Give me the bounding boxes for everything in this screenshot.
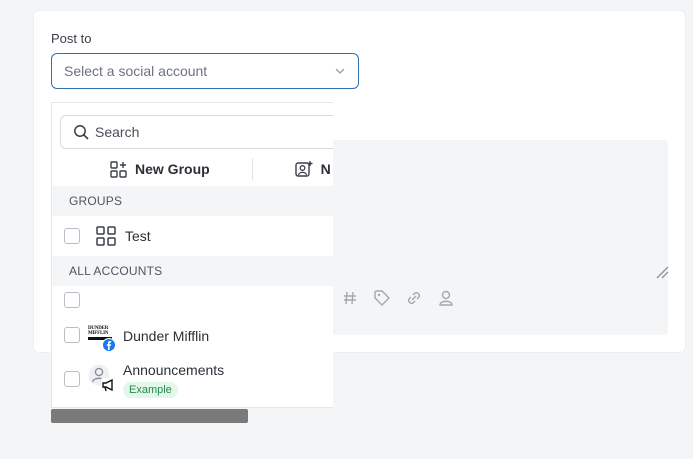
group-row-test[interactable]: Test [52, 216, 333, 256]
new-group-label: New Group [135, 161, 210, 177]
all-accounts-header: ALL ACCOUNTS [52, 256, 333, 286]
select-placeholder: Select a social account [64, 63, 208, 79]
dunder-mifflin-logo-text: DUNDER MIFFLIN [88, 326, 109, 336]
example-badge: Example [123, 382, 178, 398]
grid-plus-icon [110, 160, 127, 178]
account-checkbox[interactable] [64, 292, 80, 308]
chevron-down-icon [335, 68, 345, 74]
hashtag-icon[interactable] [340, 288, 360, 308]
account-label: Announcements [123, 362, 225, 378]
facebook-icon [102, 338, 116, 352]
horizontal-scrollbar[interactable] [51, 409, 248, 423]
new-account-label: N [320, 161, 331, 177]
new-group-button[interactable]: New Group [110, 160, 210, 178]
account-checkbox[interactable] [64, 371, 80, 387]
user-tag-icon[interactable] [436, 288, 456, 308]
social-account-select[interactable]: Select a social account [51, 53, 359, 89]
group-label: Test [125, 228, 151, 244]
megaphone-icon [101, 378, 115, 392]
user-plus-icon [294, 161, 313, 177]
grid-icon [96, 226, 116, 246]
new-account-button[interactable]: N [294, 160, 331, 178]
account-label: Dunder Mifflin [123, 328, 210, 344]
group-checkbox[interactable] [64, 228, 80, 244]
groups-header: GROUPS [52, 186, 333, 216]
tag-icon[interactable] [372, 288, 392, 308]
search-icon [74, 125, 89, 140]
action-divider [251, 158, 253, 180]
announcements-avatar [88, 364, 116, 394]
account-row-empty[interactable] [52, 286, 333, 316]
dropdown-actions: New Group N [52, 153, 333, 185]
search-box[interactable] [60, 115, 333, 149]
link-icon[interactable] [404, 288, 424, 308]
account-checkbox[interactable] [64, 327, 80, 343]
account-dropdown: New Group N GROUPS Test ALL ACCOUNTS [51, 102, 333, 408]
dunder-mifflin-avatar: DUNDER MIFFLIN [88, 322, 116, 352]
resize-handle-icon[interactable] [655, 265, 669, 279]
search-input[interactable] [95, 124, 295, 140]
account-row-dunder-mifflin[interactable]: DUNDER MIFFLIN Dunder Mifflin [52, 317, 333, 353]
post-to-label: Post to [51, 31, 92, 46]
account-row-announcements[interactable]: Announcements Example [52, 355, 333, 403]
editor-toolbar [340, 288, 456, 308]
